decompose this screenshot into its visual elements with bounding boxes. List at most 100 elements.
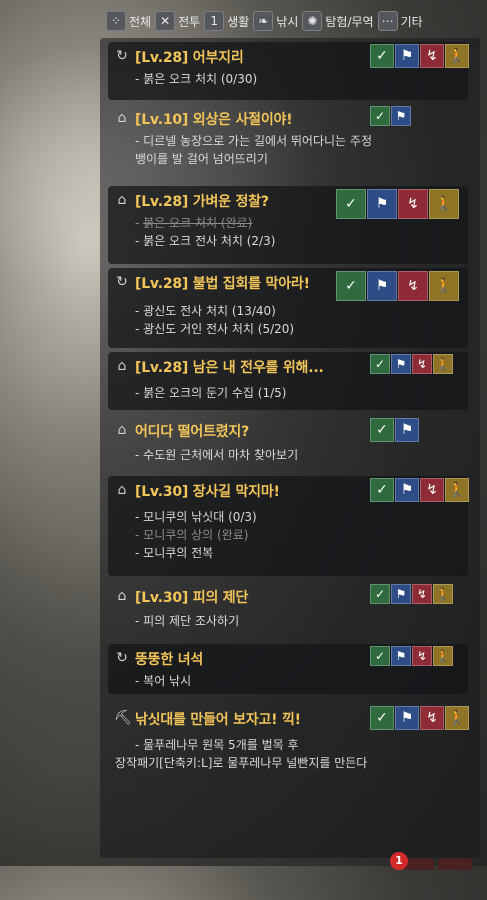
notification-badge[interactable]: 1 — [390, 852, 408, 870]
quest-item[interactable]: ↻ [Lv.28] 어부지리 ✓ ⚑ ↯ 🚶 - 붉은 오크 처치 (0/30) — [108, 42, 469, 100]
quest-title: [Lv.10] 외상은 사절이야! — [135, 112, 293, 128]
quest-task: - 피의 제단 조사하기 — [135, 614, 240, 628]
quest-title: 낚싯대를 만들어 보자고! 끽! — [135, 712, 301, 728]
auto-move-button[interactable]: ↯ — [398, 271, 428, 301]
complete-check-button[interactable]: ✓ — [370, 354, 390, 374]
house-icon: ⌂ — [117, 110, 127, 126]
filter-combat[interactable]: ✕ 전투 — [155, 11, 200, 31]
auto-walk-button[interactable]: 🚶 — [433, 354, 453, 374]
quest-title: 어디다 떨어트렸지? — [135, 424, 250, 440]
auto-walk-button[interactable]: 🚶 — [429, 189, 459, 219]
complete-check-button[interactable]: ✓ — [336, 271, 366, 301]
pickaxe-icon: ⛏ — [114, 710, 132, 726]
quest-title: [Lv.28] 어부지리 — [135, 50, 244, 66]
auto-move-button[interactable]: ↯ — [398, 189, 428, 219]
quest-filter-bar: ⁘ 전체 ✕ 전투 1 생활 ❧ 낚시 ✺ 탐험/무역 ⋯ 기타 — [106, 9, 423, 33]
auto-move-button[interactable]: ↯ — [420, 44, 444, 68]
filter-label: 탐험/무역 — [325, 14, 374, 29]
auto-move-button[interactable]: ↯ — [412, 646, 432, 666]
filter-label: 전체 — [129, 14, 152, 29]
complete-check-button[interactable]: ✓ — [370, 106, 390, 126]
quest-task: - 붉은 오크 전사 처치 (2/3) — [135, 234, 276, 248]
quest-item[interactable]: ⌂ 어디다 떨어트렸지? ✓ ⚑ - 수도원 근처에서 마차 찾아보기 — [108, 416, 468, 472]
quest-item[interactable]: ⌂ [Lv.10] 외상은 사절이야! ✓ ⚑ - 디르넬 농장으로 가는 길에… — [108, 104, 468, 182]
complete-check-button[interactable]: ✓ — [370, 646, 390, 666]
quest-item[interactable]: ⛏ 낚싯대를 만들어 보자고! 끽! ✓ ⚑ ↯ 🚶 - 물푸레나무 원목 5개… — [108, 704, 469, 780]
navigate-flag-button[interactable]: ⚑ — [391, 354, 411, 374]
filter-label: 낚시 — [276, 14, 299, 29]
house-icon: ⌂ — [117, 358, 127, 374]
etc-icon: ⋯ — [377, 11, 398, 31]
navigate-flag-button[interactable]: ⚑ — [395, 418, 419, 442]
filter-life[interactable]: 1 생활 — [204, 11, 249, 31]
quest-title: 뚱뚱한 녀석 — [135, 652, 204, 668]
all-icon: ⁘ — [106, 11, 126, 31]
auto-walk-button[interactable]: 🚶 — [445, 706, 469, 730]
explore-trade-icon: ✺ — [302, 11, 323, 31]
quest-task: - 모니쿠의 낚싯대 (0/3) — [135, 510, 257, 524]
auto-walk-button[interactable]: 🚶 — [433, 584, 453, 604]
repeat-icon: ↻ — [116, 274, 128, 290]
quest-task: - 모니쿠의 전복 — [135, 546, 214, 560]
auto-walk-button[interactable]: 🚶 — [429, 271, 459, 301]
bottom-tab[interactable] — [404, 858, 434, 870]
quest-description: - 물푸레나무 원목 5개를 벌목 후 — [135, 738, 299, 752]
quest-task: - 광신도 거인 전사 처치 (5/20) — [135, 322, 295, 336]
house-icon: ⌂ — [117, 192, 127, 208]
filter-explore-trade[interactable]: ✺ 탐험/무역 — [302, 11, 374, 31]
quest-title: [Lv.30] 피의 제단 — [135, 590, 249, 606]
house-icon: ⌂ — [117, 422, 127, 438]
quest-title: [Lv.28] 불법 집회를 막아라! — [135, 276, 310, 292]
quest-task: - 모니쿠의 상의 (완료) — [135, 528, 249, 542]
quest-task: - 붉은 오크의 둔기 수집 (1/5) — [135, 386, 287, 400]
complete-check-button[interactable]: ✓ — [370, 478, 394, 502]
house-icon: ⌂ — [117, 588, 127, 604]
combat-icon: ✕ — [155, 11, 176, 31]
auto-walk-button[interactable]: 🚶 — [433, 646, 453, 666]
repeat-icon: ↻ — [116, 650, 128, 666]
complete-check-button[interactable]: ✓ — [336, 189, 366, 219]
quest-task: - 수도원 근처에서 마차 찾아보기 — [135, 448, 299, 462]
quest-item[interactable]: ⌂ [Lv.30] 피의 제단 ✓ ⚑ ↯ 🚶 - 피의 제단 조사하기 — [108, 582, 468, 638]
navigate-flag-button[interactable]: ⚑ — [395, 44, 419, 68]
filter-all[interactable]: ⁘ 전체 — [106, 11, 151, 31]
quest-title: [Lv.28] 가벼운 정찰? — [135, 194, 269, 210]
navigate-flag-button[interactable]: ⚑ — [391, 584, 411, 604]
quest-item[interactable]: ↻ [Lv.28] 불법 집회를 막아라! ✓ ⚑ ↯ 🚶 - 광신도 전사 처… — [108, 268, 468, 348]
filter-label: 전투 — [178, 14, 201, 29]
filter-etc[interactable]: ⋯ 기타 — [377, 11, 423, 31]
quest-task: - 붉은 오크 처치 (0/30) — [135, 72, 258, 86]
navigate-flag-button[interactable]: ⚑ — [367, 189, 397, 219]
quest-item[interactable]: ↻ 뚱뚱한 녀석 ✓ ⚑ ↯ 🚶 - 복어 낚시 — [108, 644, 468, 694]
quest-description: 장작패기[단축키:L]로 물푸레나무 널빤지를 만든다 — [115, 756, 368, 770]
navigate-flag-button[interactable]: ⚑ — [395, 706, 419, 730]
auto-walk-button[interactable]: 🚶 — [445, 478, 469, 502]
bottom-tab[interactable] — [438, 858, 472, 870]
navigate-flag-button[interactable]: ⚑ — [367, 271, 397, 301]
complete-check-button[interactable]: ✓ — [370, 584, 390, 604]
navigate-flag-button[interactable]: ⚑ — [395, 478, 419, 502]
navigate-flag-button[interactable]: ⚑ — [391, 106, 411, 126]
fishing-icon: ❧ — [253, 11, 274, 31]
quest-task: - 복어 낚시 — [135, 674, 192, 688]
quest-item[interactable]: ⌂ [Lv.30] 장사길 막지마! ✓ ⚑ ↯ 🚶 - 모니쿠의 낚싯대 (0… — [108, 476, 469, 576]
auto-move-button[interactable]: ↯ — [420, 478, 444, 502]
filter-label: 기타 — [400, 14, 423, 29]
quest-item[interactable]: ⌂ [Lv.28] 남은 내 전우를 위해... ✓ ⚑ ↯ 🚶 - 붉은 오크… — [108, 352, 468, 410]
auto-move-button[interactable]: ↯ — [412, 584, 432, 604]
quest-item[interactable]: ⌂ [Lv.28] 가벼운 정찰? ✓ ⚑ ↯ 🚶 - 붉은 오크 처치 (완료… — [108, 186, 468, 264]
quest-description: 뱅이를 발 걸어 넘어뜨리기 — [135, 152, 268, 166]
auto-move-button[interactable]: ↯ — [412, 354, 432, 374]
house-icon: ⌂ — [117, 482, 127, 498]
quest-task: - 광신도 전사 처치 (13/40) — [135, 304, 276, 318]
complete-check-button[interactable]: ✓ — [370, 44, 394, 68]
auto-walk-button[interactable]: 🚶 — [445, 44, 469, 68]
filter-label: 생활 — [227, 14, 250, 29]
complete-check-button[interactable]: ✓ — [370, 418, 394, 442]
quest-title: [Lv.28] 남은 내 전우를 위해... — [135, 360, 324, 376]
complete-check-button[interactable]: ✓ — [370, 706, 394, 730]
filter-fishing[interactable]: ❧ 낚시 — [253, 11, 298, 31]
auto-move-button[interactable]: ↯ — [420, 706, 444, 730]
navigate-flag-button[interactable]: ⚑ — [391, 646, 411, 666]
quest-title: [Lv.30] 장사길 막지마! — [135, 484, 280, 500]
